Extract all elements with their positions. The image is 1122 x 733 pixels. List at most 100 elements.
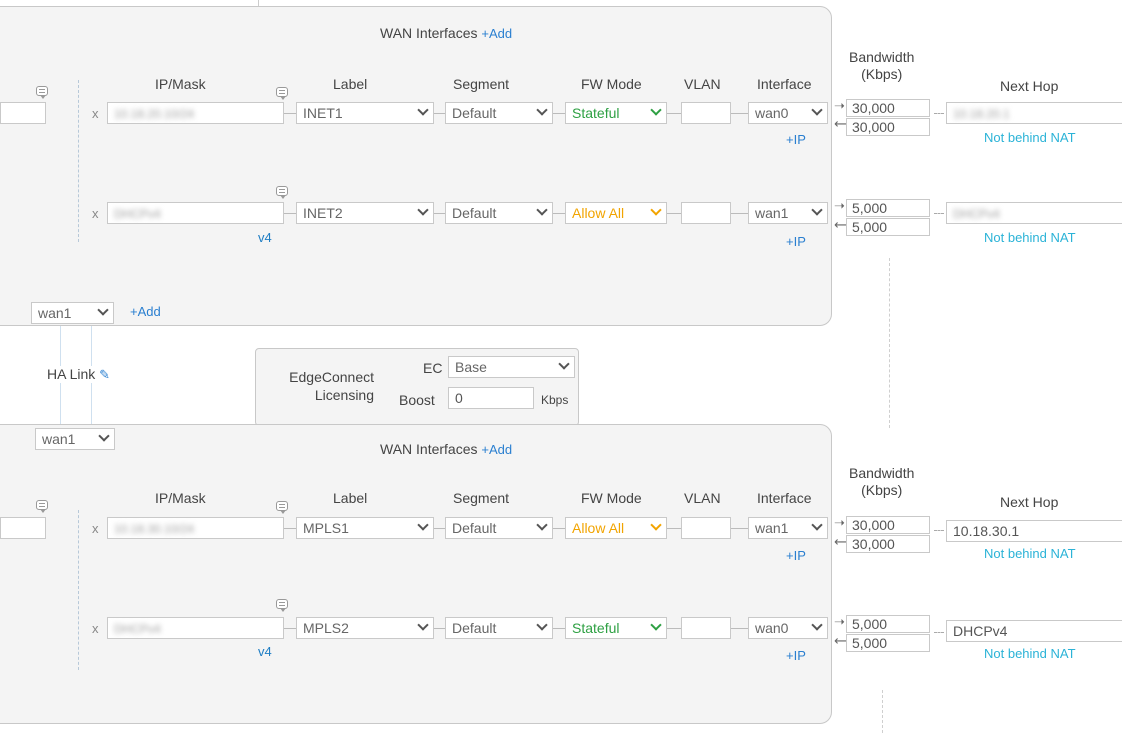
bandwidth-in-input[interactable]: 30,000 — [846, 118, 930, 136]
left-cut-input[interactable] — [0, 517, 46, 539]
bandwidth-in-input[interactable]: 5,000 — [846, 218, 930, 236]
note-icon[interactable] — [276, 186, 288, 199]
add-wan-interface-link[interactable]: +Add — [481, 26, 512, 41]
connector-line — [553, 528, 565, 529]
label-select[interactable]: INET1 — [296, 102, 434, 124]
next-hop-input[interactable]: DHCPv4 — [946, 620, 1122, 642]
chevron-down-icon — [650, 519, 662, 531]
col-next-hop: Next Hop — [1000, 78, 1059, 94]
col-ip-mask: IP/Mask — [155, 490, 206, 506]
dash-connector — [934, 213, 944, 214]
segment-select[interactable]: Default — [445, 617, 553, 639]
add-wan-interface-link[interactable]: +Add — [481, 442, 512, 457]
col-fw-mode: FW Mode — [581, 490, 642, 506]
col-vlan: VLAN — [684, 76, 721, 92]
licensing-title: EdgeConnect Licensing — [289, 369, 374, 403]
dash-connector — [934, 632, 944, 633]
next-hop-input[interactable]: DHCPv4 — [946, 202, 1122, 224]
next-hop-input[interactable]: 10.18.30.1 — [946, 520, 1122, 542]
left-cut-input[interactable] — [0, 102, 46, 124]
fw-mode-select[interactable]: Stateful — [565, 617, 667, 639]
bandwidth-out-input[interactable]: 30,000 — [846, 516, 930, 534]
chevron-down-icon — [536, 104, 548, 116]
add-ip-link[interactable]: +IP — [786, 132, 806, 147]
connector-line — [731, 113, 748, 114]
label-select[interactable]: INET2 — [296, 202, 434, 224]
ec-select[interactable]: Base — [448, 356, 575, 378]
chevron-down-icon — [811, 519, 823, 531]
segment-select[interactable]: Default — [445, 102, 553, 124]
vlan-input[interactable] — [681, 102, 731, 124]
chevron-down-icon — [811, 204, 823, 216]
add-ip-link[interactable]: +IP — [786, 234, 806, 249]
wan-interfaces-panel-bottom — [0, 424, 832, 724]
add-ip-link[interactable]: +IP — [786, 648, 806, 663]
note-icon[interactable] — [36, 86, 48, 99]
add-interface-link[interactable]: +Add — [130, 304, 161, 319]
bandwidth-in-input[interactable]: 5,000 — [846, 634, 930, 652]
connector-line — [553, 628, 565, 629]
vlan-input[interactable] — [681, 202, 731, 224]
remove-row-button[interactable]: x — [92, 621, 99, 636]
chevron-down-icon — [417, 519, 429, 531]
col-bandwidth: Bandwidth (Kbps) — [849, 465, 914, 499]
vlan-input[interactable] — [681, 517, 731, 539]
chevron-down-icon — [97, 304, 109, 316]
segment-select[interactable]: Default — [445, 202, 553, 224]
chevron-down-icon — [536, 619, 548, 631]
interface-select[interactable]: wan1 — [31, 302, 114, 324]
nat-status: Not behind NAT — [984, 646, 1076, 661]
connector-line — [553, 113, 565, 114]
vertical-dashed-line — [882, 690, 883, 733]
ip-mask-input[interactable]: DHCPv4 — [107, 617, 284, 639]
next-hop-input[interactable]: 10.18.20.1 — [946, 102, 1122, 124]
interface-select[interactable]: wan0 — [748, 102, 828, 124]
note-icon[interactable] — [36, 500, 48, 513]
label-select[interactable]: MPLS1 — [296, 517, 434, 539]
bandwidth-out-input[interactable]: 5,000 — [846, 199, 930, 217]
fw-mode-select[interactable]: Stateful — [565, 102, 667, 124]
note-icon[interactable] — [276, 599, 288, 612]
remove-row-button[interactable]: x — [92, 521, 99, 536]
remove-row-button[interactable]: x — [92, 206, 99, 221]
col-vlan: VLAN — [684, 490, 721, 506]
col-bandwidth-line2: (Kbps) — [861, 66, 903, 82]
dash-connector — [934, 113, 944, 114]
label-select[interactable]: MPLS2 — [296, 617, 434, 639]
col-ip-mask: IP/Mask — [155, 76, 206, 92]
wan-interfaces-title: WAN Interfaces — [380, 441, 478, 457]
col-bandwidth-line2: (Kbps) — [861, 482, 903, 498]
remove-row-button[interactable]: x — [92, 106, 99, 121]
chevron-down-icon — [98, 430, 110, 442]
chevron-down-icon — [650, 104, 662, 116]
vertical-dashed-line — [889, 258, 890, 428]
ha-link[interactable]: HA Link ✎ — [45, 366, 113, 383]
connector-line — [434, 213, 445, 214]
segment-select[interactable]: Default — [445, 517, 553, 539]
vlan-input[interactable] — [681, 617, 731, 639]
chevron-down-icon — [650, 619, 662, 631]
interface-select[interactable]: wan1 — [748, 517, 828, 539]
chevron-down-icon — [811, 104, 823, 116]
fw-mode-select[interactable]: Allow All — [565, 517, 667, 539]
ip-mask-input[interactable]: 10.18.20.10/24 — [107, 102, 284, 124]
ip-mask-input[interactable]: DHCPv4 — [107, 202, 284, 224]
col-interface: Interface — [757, 76, 812, 92]
bandwidth-out-input[interactable]: 30,000 — [846, 99, 930, 117]
add-ip-link[interactable]: +IP — [786, 548, 806, 563]
chevron-down-icon — [417, 104, 429, 116]
note-icon[interactable] — [276, 501, 288, 514]
chevron-down-icon — [417, 204, 429, 216]
note-icon[interactable] — [276, 87, 288, 100]
ip-mask-input[interactable]: 10.18.30.10/24 — [107, 517, 284, 539]
interface-select[interactable]: wan1 — [748, 202, 828, 224]
fw-mode-select[interactable]: Allow All — [565, 202, 667, 224]
row-divider-dashed — [78, 510, 79, 670]
interface-select[interactable]: wan0 — [748, 617, 828, 639]
interface-select[interactable]: wan1 — [35, 428, 115, 450]
boost-input[interactable]: 0 — [448, 387, 534, 409]
bandwidth-in-input[interactable]: 30,000 — [846, 535, 930, 553]
pencil-icon[interactable]: ✎ — [99, 367, 110, 382]
bandwidth-out-input[interactable]: 5,000 — [846, 615, 930, 633]
connector-line — [731, 213, 748, 214]
